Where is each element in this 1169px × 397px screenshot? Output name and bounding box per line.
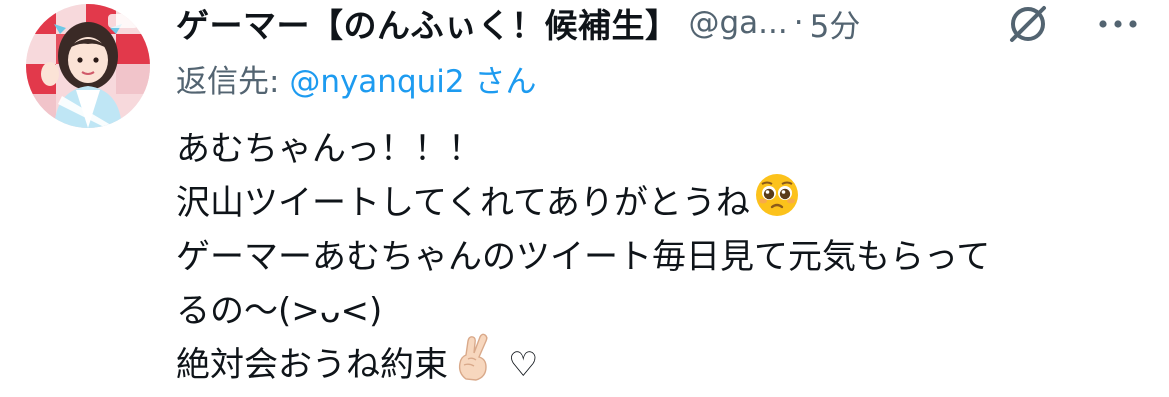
- tweet-header: ゲーマー【のんふぃく！候補生】 @ga... · 5分: [176, 0, 860, 46]
- tweet-line-text: るの〜(>ᴗ<): [176, 291, 383, 331]
- tweet-line-text: 絶対会おうね約束: [176, 345, 448, 385]
- crossed-fingers-icon: [452, 333, 496, 397]
- reply-suffix[interactable]: さん: [474, 64, 536, 100]
- tweet-line: 沢山ツイートしてくれてありがとうね: [176, 174, 990, 230]
- heart-symbol: ♡: [508, 345, 539, 385]
- user-handle[interactable]: @ga...: [689, 5, 788, 41]
- reply-context: 返信先: @nyanqui2 さん: [176, 56, 536, 101]
- tweet-line: るの〜(>ᴗ<): [176, 284, 990, 338]
- reply-user-link[interactable]: @nyanqui2 さん: [289, 64, 536, 100]
- separator-dot: ·: [793, 5, 804, 41]
- reply-user[interactable]: @nyanqui2: [289, 64, 464, 100]
- tweet-line: ゲーマーあむちゃんのツイート毎日見て元気もらって: [176, 230, 990, 284]
- display-name[interactable]: ゲーマー【のんふぃく！候補生】: [176, 0, 679, 47]
- tweet-line: 絶対会おうね約束 ♡: [176, 333, 990, 392]
- more-icon[interactable]: [1096, 6, 1140, 46]
- tweet-line-text: あむちゃんっ！！！: [176, 129, 482, 169]
- timestamp[interactable]: 5分: [810, 1, 861, 46]
- tweet-line-text: 沢山ツイートしてくれてありがとうね: [176, 183, 750, 223]
- tweet[interactable]: ゲーマー【のんふぃく！候補生】 @ga... · 5分 返信先: @nyanqu…: [0, 0, 1169, 389]
- tweet-line-text: ゲーマーあむちゃんのツイート毎日見て元気もらって: [176, 237, 991, 277]
- avatar[interactable]: [26, 4, 150, 128]
- reply-label: 返信先:: [176, 64, 280, 100]
- grok-icon[interactable]: [1006, 2, 1050, 50]
- tweet-line: あむちゃんっ！！！: [176, 122, 990, 176]
- tweet-text: あむちゃんっ！！！ 沢山ツイートしてくれてありがとうね ゲーマーあむちゃんのツイ…: [176, 122, 990, 392]
- pleading-face-icon: [754, 172, 800, 234]
